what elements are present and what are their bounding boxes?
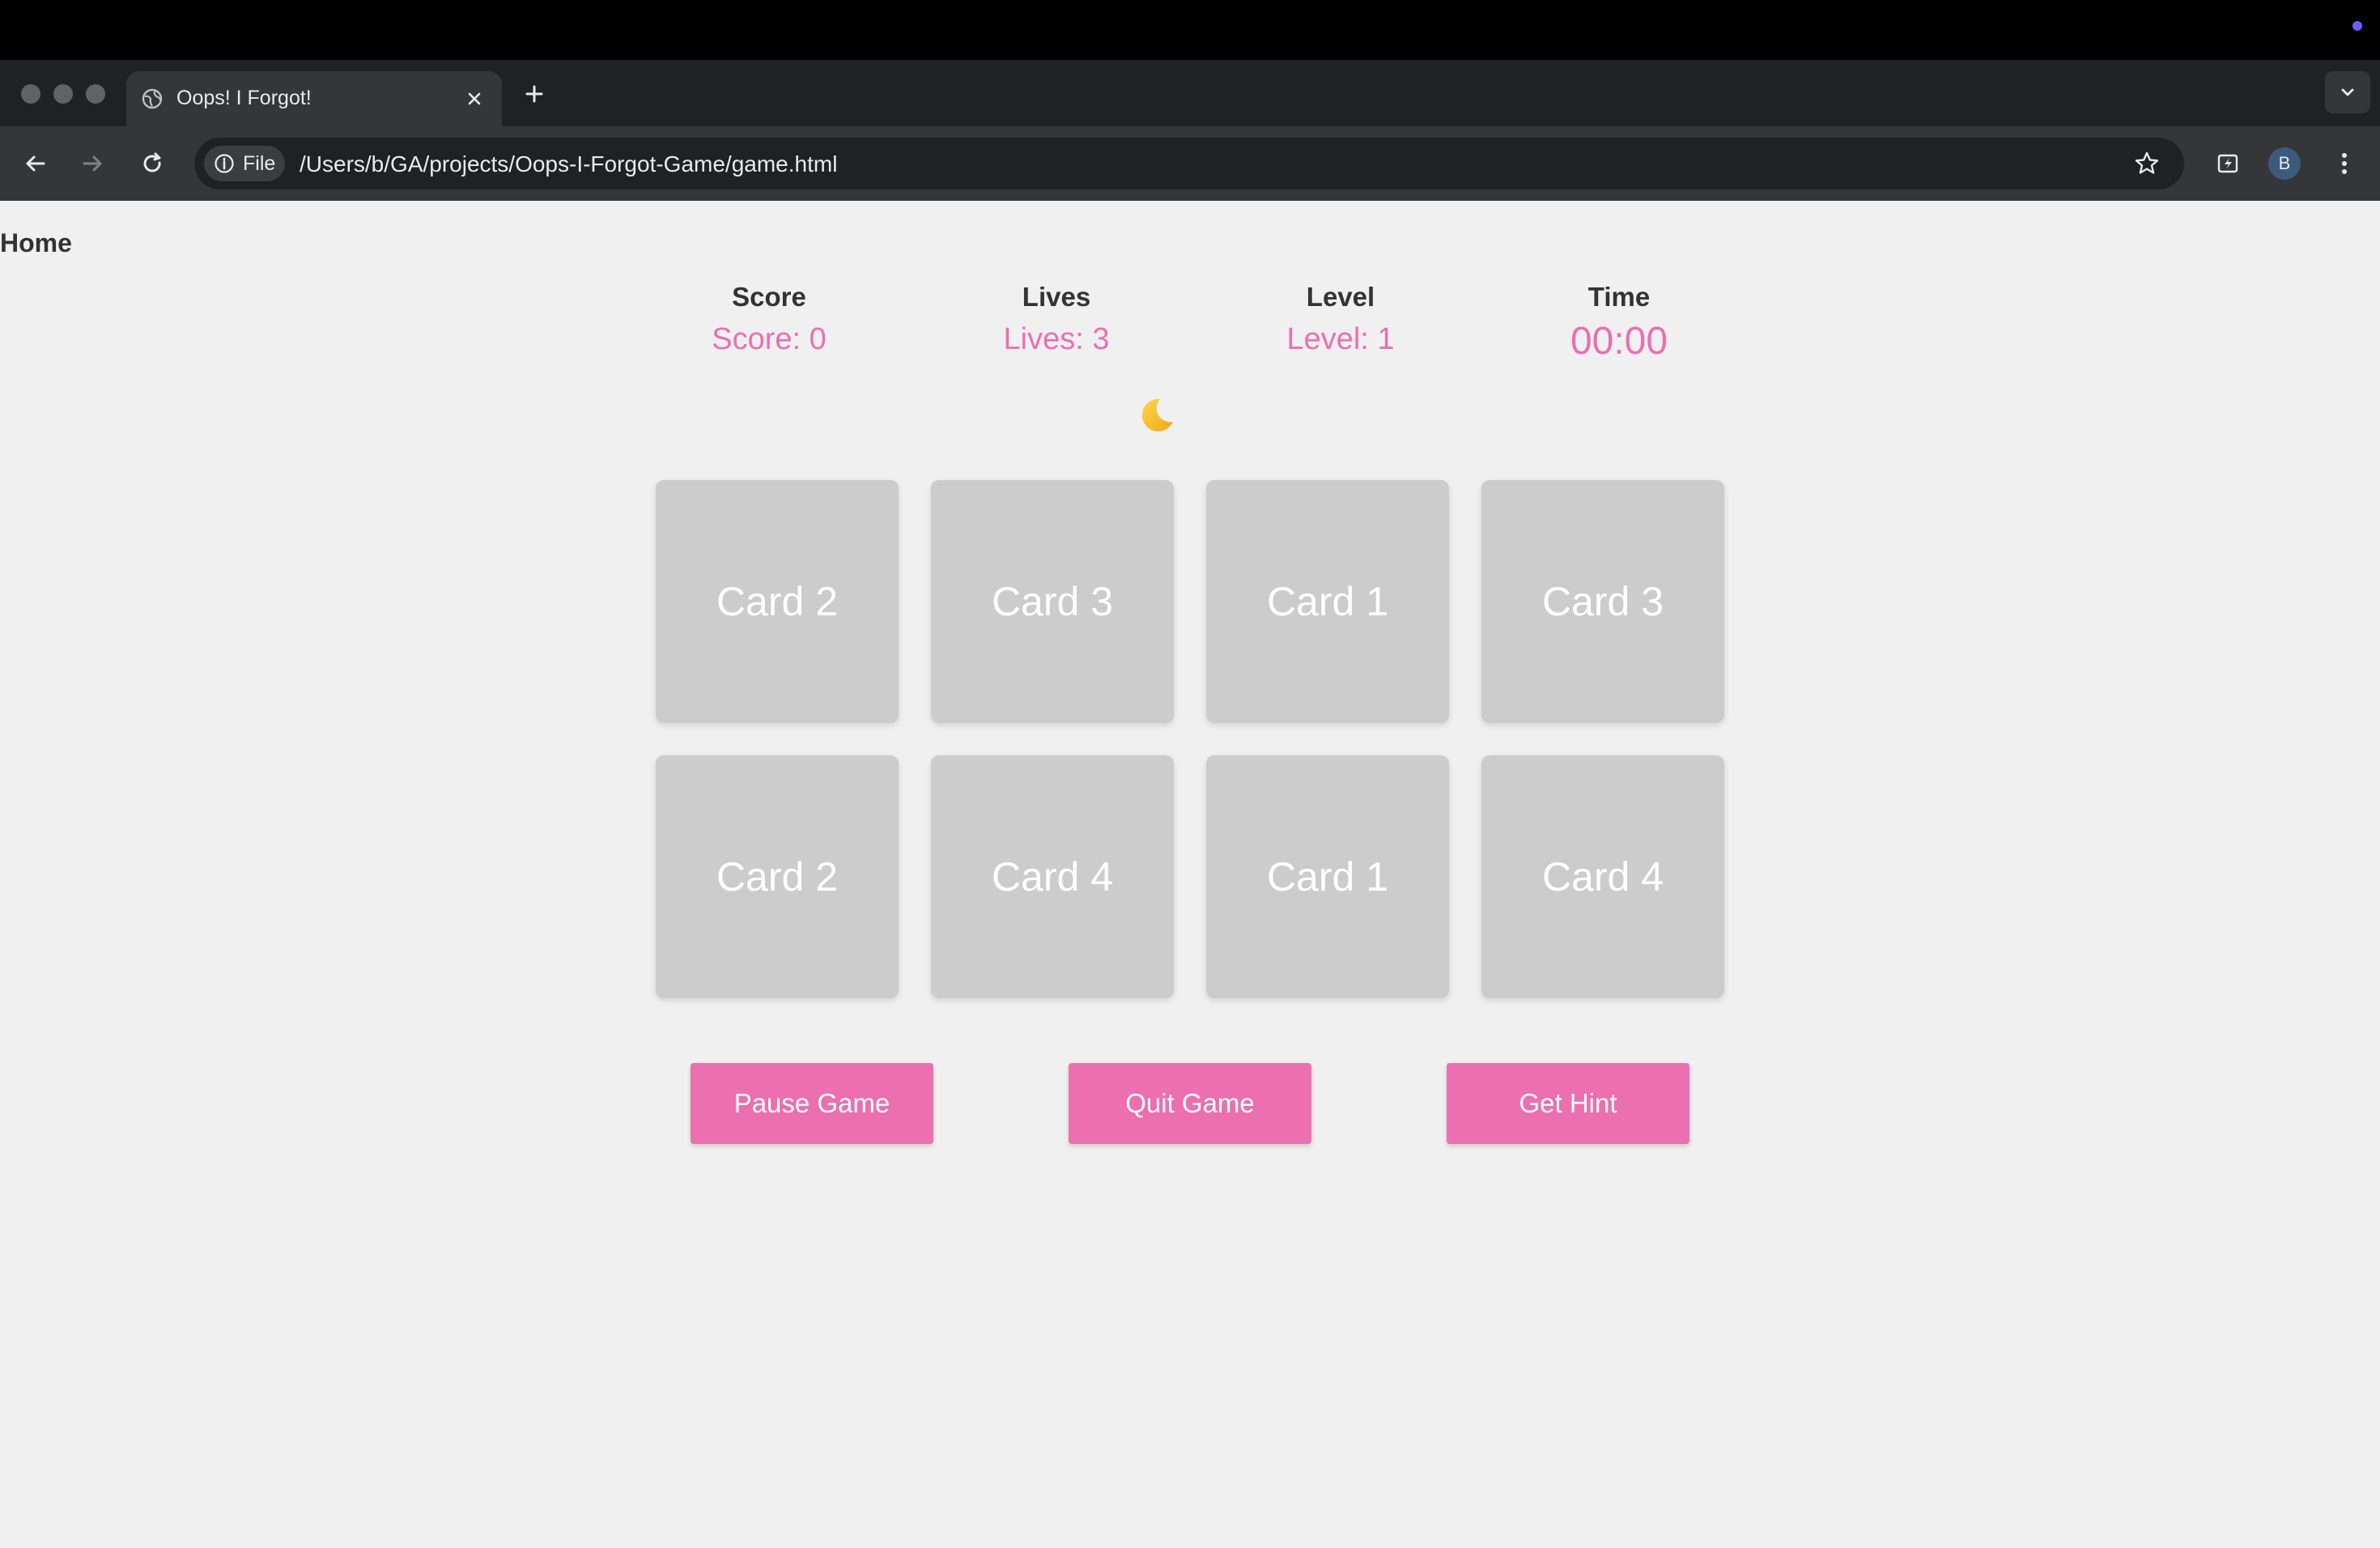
time-label: Time <box>1587 282 1651 312</box>
window-close-button[interactable] <box>21 84 40 104</box>
level-label: Level <box>1306 282 1375 312</box>
tab-search-button[interactable] <box>2325 71 2370 113</box>
globe-icon <box>141 87 164 110</box>
info-icon <box>215 154 234 173</box>
crescent-moon-icon[interactable] <box>1133 392 1180 439</box>
level-panel: Level Level: 1 <box>1243 282 1438 357</box>
site-info-chip[interactable]: File <box>204 146 285 181</box>
forward-button[interactable] <box>73 144 112 183</box>
reload-icon <box>143 152 161 172</box>
level-value: Level: 1 <box>1286 322 1395 356</box>
lives-label: Lives <box>1022 282 1091 312</box>
memory-card[interactable]: Card 1 <box>1206 755 1449 998</box>
performance-icon <box>2217 154 2238 173</box>
url-text[interactable]: /Users/b/GA/projects/Oops-I-Forgot-Game/… <box>300 151 837 177</box>
memory-card[interactable]: Card 1 <box>1206 480 1449 723</box>
window-maximize-button[interactable] <box>86 84 105 104</box>
memory-card[interactable]: Card 4 <box>931 755 1174 998</box>
home-link[interactable]: Home <box>0 228 72 258</box>
memory-card[interactable]: Card 3 <box>931 480 1174 723</box>
plus-icon <box>525 85 543 103</box>
arrow-right-icon <box>83 155 102 172</box>
lives-panel: Lives Lives: 3 <box>959 282 1154 357</box>
time-value: 00:00 <box>1570 320 1668 363</box>
reload-button[interactable] <box>133 144 172 183</box>
close-icon[interactable] <box>461 86 487 112</box>
back-button[interactable] <box>16 144 55 183</box>
memory-card[interactable]: Card 2 <box>656 755 899 998</box>
os-menu-bar <box>0 0 2380 60</box>
get-hint-button[interactable]: Get Hint <box>1447 1063 1689 1144</box>
memory-card[interactable]: Card 2 <box>656 480 899 723</box>
score-label: Score <box>732 282 806 312</box>
address-bar[interactable]: File /Users/b/GA/projects/Oops-I-Forgot-… <box>194 138 2184 189</box>
score-value: Score: 0 <box>712 322 827 356</box>
bookmark-star-icon[interactable] <box>2131 147 2163 180</box>
time-panel: Time 00:00 <box>1522 282 1716 364</box>
profile-avatar[interactable]: B <box>2268 147 2301 180</box>
tab-title: Oops! I Forgot! <box>176 87 312 109</box>
window-minimize-button[interactable] <box>53 84 73 104</box>
browser-menu-button[interactable] <box>2325 144 2364 183</box>
memory-card[interactable]: Card 3 <box>1481 480 1724 723</box>
more-vertical-icon <box>2342 153 2347 174</box>
score-panel: Score Score: 0 <box>672 282 866 357</box>
lives-value: Lives: 3 <box>1003 322 1110 356</box>
quit-game-button[interactable]: Quit Game <box>1069 1063 1311 1144</box>
chevron-down-icon <box>2341 88 2354 96</box>
memory-card[interactable]: Card 4 <box>1481 755 1724 998</box>
chip-label: File <box>243 151 276 175</box>
status-dot-icon <box>2352 21 2362 31</box>
performance-button[interactable] <box>2208 144 2247 183</box>
browser-tab-active[interactable]: Oops! I Forgot! <box>126 71 502 126</box>
pause-game-button[interactable]: Pause Game <box>691 1063 933 1144</box>
new-tab-button[interactable] <box>518 78 550 110</box>
arrow-left-icon <box>26 155 45 172</box>
